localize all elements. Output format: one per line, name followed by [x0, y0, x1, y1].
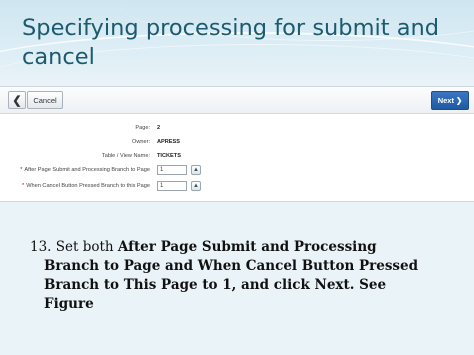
cancel-branch-label-text: When Cancel Button Pressed Branch to thi…	[26, 183, 150, 189]
cancel-branch-label: * When Cancel Button Pressed Branch to th…	[22, 183, 150, 189]
slide-header: Specifying processing for submit and can…	[0, 0, 474, 85]
back-button[interactable]: ❮	[8, 91, 26, 109]
owner-value: APRESS	[157, 139, 181, 145]
page-label: Page:	[135, 125, 150, 131]
instruction-line: Figure	[44, 296, 94, 312]
after-submit-page-input[interactable]: 1	[157, 165, 187, 175]
cancel-branch-page-input[interactable]: 1	[157, 181, 187, 191]
table-view-label: Table / View Name:	[101, 153, 150, 159]
after-submit-label-text: After Page Submit and Processing Branch …	[24, 167, 150, 173]
owner-label: Owner:	[131, 139, 150, 145]
chevron-up-icon: ▲	[193, 167, 199, 173]
page-value: 2	[157, 125, 161, 131]
next-button-label: Next	[437, 96, 454, 105]
required-marker: *	[20, 167, 23, 173]
after-submit-row: * After Page Submit and Processing Branch…	[0, 165, 474, 177]
instruction-line: Branch to This Page to 1, and click Next…	[44, 277, 387, 293]
after-submit-label: * After Page Submit and Processing Branch…	[20, 167, 150, 173]
step-prefix: 13. Set both	[30, 239, 118, 255]
chevron-left-icon: ❮	[12, 94, 22, 107]
table-view-row: Table / View Name: TICKETS	[0, 151, 474, 163]
after-submit-lov-button[interactable]: ▲	[191, 165, 201, 175]
cancel-branch-row: * When Cancel Button Pressed Branch to th…	[0, 181, 474, 193]
table-view-value: TICKETS	[157, 153, 181, 159]
chevron-right-icon: ❯	[455, 96, 463, 105]
page-row: Page: 2	[0, 123, 474, 135]
instruction-line: Branch to Page and When Cancel Button Pr…	[44, 258, 419, 274]
wizard-toolbar: ❮ Cancel Next ❯	[0, 87, 474, 114]
owner-row: Owner: APRESS	[0, 137, 474, 149]
instruction-text: 13. Set both After Page Submit and Proce…	[30, 238, 440, 314]
next-button[interactable]: Next ❯	[431, 91, 469, 110]
chevron-up-icon: ▲	[193, 183, 199, 189]
cancel-branch-lov-button[interactable]: ▲	[191, 181, 201, 191]
cancel-button[interactable]: Cancel	[27, 91, 63, 109]
instruction-line: 13. Set both After Page Submit and Proce…	[30, 238, 440, 257]
required-marker: *	[22, 183, 25, 189]
slide-title: Specifying processing for submit and can…	[22, 15, 440, 70]
wizard-screenshot: ❮ Cancel Next ❯ Page: 2 Owner: APRESS Ta…	[0, 86, 474, 202]
instruction-bold: After Page Submit and Processing	[117, 239, 377, 255]
